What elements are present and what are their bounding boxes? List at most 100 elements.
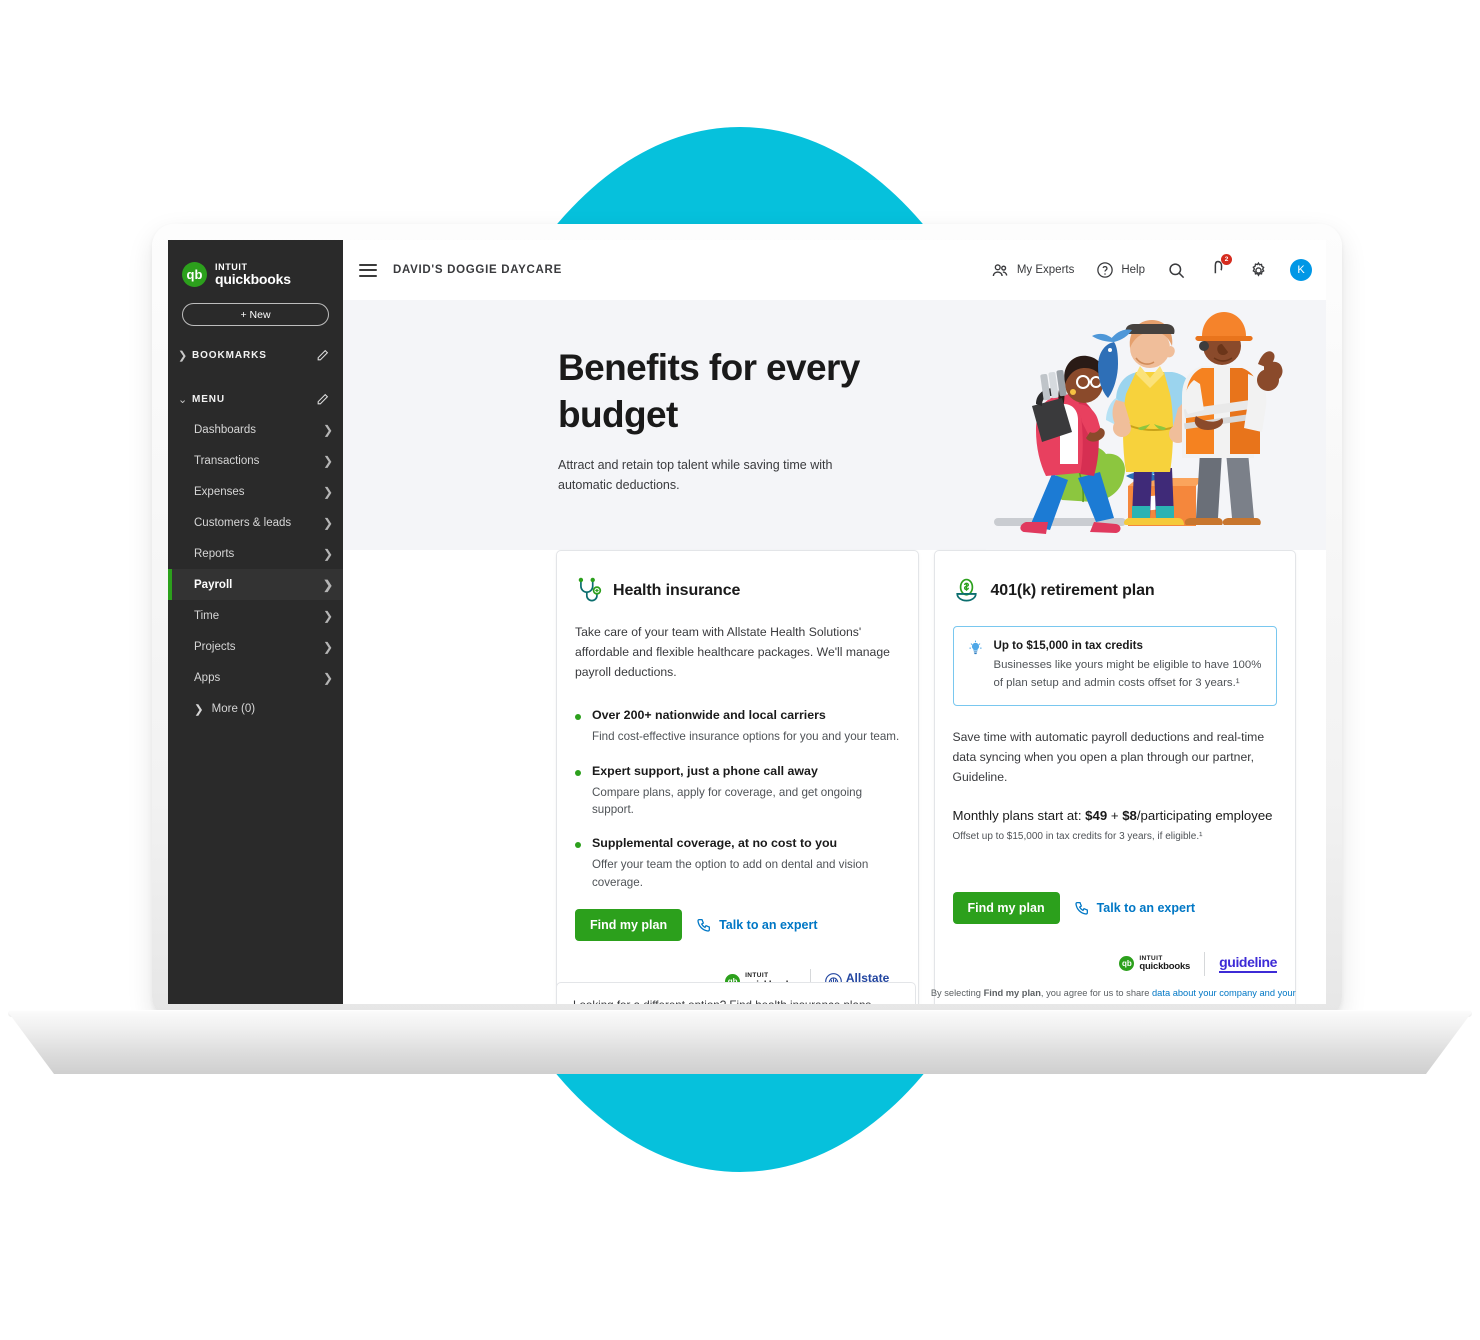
sidebar-item-label: Customers & leads [194, 516, 292, 529]
search-icon[interactable] [1167, 261, 1186, 280]
legal-text-2: , you agree for us to share [1040, 988, 1153, 998]
sidebar-item-label: Projects [194, 640, 236, 653]
hero-subtitle: Attract and retain top talent while savi… [558, 457, 833, 492]
find-my-plan-button[interactable]: Find my plan [952, 891, 1060, 924]
company-name: DAVID'S DOGGIE DAYCARE [393, 264, 562, 276]
top-navigation-bar: DAVID'S DOGGIE DAYCARE My Experts Help 2… [343, 240, 1326, 300]
sidebar-item-payroll[interactable]: Payroll ❯ [168, 569, 343, 600]
price-prefix: Monthly plans start at: [952, 807, 1086, 823]
guideline-logo: guideline [1219, 955, 1277, 973]
quickbooks-mark-icon: qb [1119, 956, 1135, 972]
sidebar-item-dashboards[interactable]: Dashboards ❯ [168, 414, 343, 445]
my-experts-button[interactable]: My Experts [991, 261, 1074, 280]
phone-icon [1074, 901, 1088, 915]
feature-subtitle: Offer your team the option to add on den… [592, 858, 869, 889]
legal-text-3: with our partner, Guideline. Guideline's… [976, 1003, 1279, 1004]
chevron-right-icon: ❯ [322, 546, 333, 561]
list-item: Over 200+ nationwide and local carriers … [575, 708, 900, 745]
feature-subtitle: Find cost-effective insurance options fo… [592, 730, 900, 744]
page-stage: qb INTUIT quickbooks + New ❯ BOOKMARKS ⌄ [0, 0, 1480, 1340]
bookmarks-label: BOOKMARKS [192, 349, 267, 361]
page-title: Benefits for every budget [558, 347, 860, 436]
sidebar-item-time[interactable]: Time ❯ [168, 600, 343, 631]
legal-text-1: By selecting [930, 988, 984, 998]
sidebar-item-more[interactable]: ❯ More (0) [168, 693, 343, 724]
card-title: Health insurance [613, 581, 741, 599]
benefit-cards: Health insurance Take care of your team … [556, 550, 1296, 1004]
card-header: 401(k) retirement plan [953, 577, 1278, 604]
card-header: Health insurance [575, 577, 900, 604]
callout-title: Up to $15,000 in tax credits [993, 639, 1144, 652]
sidebar-item-label: Payroll [194, 578, 233, 591]
bullet-dot-icon [575, 769, 581, 776]
quickbooks-logo-small: qb INTUIT quickbooks [1119, 955, 1191, 973]
chevron-right-icon: ❯ [322, 639, 333, 654]
sidebar-item-apps[interactable]: Apps ❯ [168, 662, 343, 693]
gear-icon[interactable] [1249, 261, 1268, 280]
tax-credit-callout: Up to $15,000 in tax credits Businesses … [952, 626, 1277, 707]
chevron-right-icon: ❯ [322, 515, 333, 530]
avatar[interactable]: K [1290, 259, 1312, 281]
sidebar-item-label: Reports [194, 547, 235, 560]
talk-to-an-expert-label: Talk to an expert [719, 918, 818, 933]
chevron-right-icon: ❯ [322, 577, 333, 592]
feature-title: Expert support, just a phone call away [592, 763, 818, 778]
card-paragraph: Save time with automatic payroll deducti… [952, 730, 1265, 784]
edit-pencil-icon[interactable] [316, 393, 329, 406]
notification-badge: 2 [1221, 254, 1232, 265]
chevron-right-icon: ❯ [322, 484, 333, 499]
sidebar-item-projects[interactable]: Projects ❯ [168, 631, 343, 662]
hamburger-menu-icon[interactable] [359, 260, 377, 280]
sidebar-section-menu[interactable]: ⌄ MENU [168, 384, 343, 414]
quickbooks-logo: qb INTUIT quickbooks [168, 240, 343, 287]
main-content: Benefits for every budget Attract and re… [343, 300, 1326, 1004]
price-suffix: /participating employee [1136, 807, 1273, 823]
talk-to-an-expert-link[interactable]: Talk to an expert [696, 917, 818, 933]
chevron-right-icon: ❯ [322, 670, 333, 685]
logo-divider [1204, 951, 1206, 976]
help-button[interactable]: Help [1096, 261, 1145, 279]
sidebar-item-transactions[interactable]: Transactions ❯ [168, 445, 343, 476]
simplyinsured-notice: Looking for a different option? Find hea… [556, 982, 916, 1004]
price-plus: + [1107, 807, 1123, 823]
chevron-right-icon: ❯ [322, 453, 333, 468]
quickbooks-wordmark: quickbooks [1139, 961, 1191, 973]
sidebar-item-reports[interactable]: Reports ❯ [168, 538, 343, 569]
bullet-dot-icon [575, 842, 581, 849]
sidebar-item-expenses[interactable]: Expenses ❯ [168, 476, 343, 507]
feature-title: Over 200+ nationwide and local carriers [592, 708, 826, 723]
legal-disclaimer: By selecting Find my plan, you agree for… [931, 982, 1296, 1004]
card-actions: Find my plan Talk to an expert [952, 891, 1278, 924]
sidebar-item-label: Time [194, 609, 220, 622]
price-base: $49 [1085, 807, 1108, 823]
new-button-label: + New [240, 308, 271, 321]
edit-pencil-icon[interactable] [316, 349, 329, 362]
sidebar-item-label: Expenses [194, 485, 245, 498]
phone-icon [697, 919, 711, 932]
new-button[interactable]: + New [182, 303, 329, 326]
notifications-button[interactable]: 2 [1208, 254, 1232, 282]
sidebar-section-bookmarks[interactable]: ❯ BOOKMARKS [168, 340, 343, 370]
simplyinsured-text: Looking for a different option? Find hea… [573, 999, 871, 1004]
card-health-insurance: Health insurance Take care of your team … [556, 550, 919, 1004]
lightbulb-icon [968, 640, 982, 655]
sidebar-item-customers-and-leads[interactable]: Customers & leads ❯ [168, 507, 343, 538]
sidebar-item-label: Apps [194, 671, 221, 684]
legal-bold: Find my plan [983, 988, 1041, 998]
top-right-actions: My Experts Help 2 K [991, 254, 1312, 282]
footer-row: Looking for a different option? Find hea… [556, 982, 1296, 1004]
feature-subtitle: Compare plans, apply for coverage, and g… [592, 785, 863, 817]
hero-banner: Benefits for every budget Attract and re… [343, 300, 1326, 550]
bullet-dot-icon [575, 714, 581, 721]
talk-to-an-expert-link[interactable]: Talk to an expert [1074, 900, 1195, 916]
find-my-plan-button[interactable]: Find my plan [575, 909, 683, 942]
chevron-right-icon: ❯ [322, 422, 333, 437]
list-item: Supplemental coverage, at no cost to you… [575, 836, 900, 891]
chevron-right-icon: ❯ [194, 703, 204, 716]
pricing-line: Monthly plans start at: $49 + $8/partici… [953, 808, 1278, 823]
list-item: Expert support, just a phone call away C… [575, 764, 900, 819]
help-circle-icon [1097, 262, 1114, 278]
help-label: Help [1121, 264, 1145, 276]
sidebar-more-label: More (0) [211, 702, 256, 715]
callout-body: Businesses like yours might be eligible … [993, 659, 1262, 689]
